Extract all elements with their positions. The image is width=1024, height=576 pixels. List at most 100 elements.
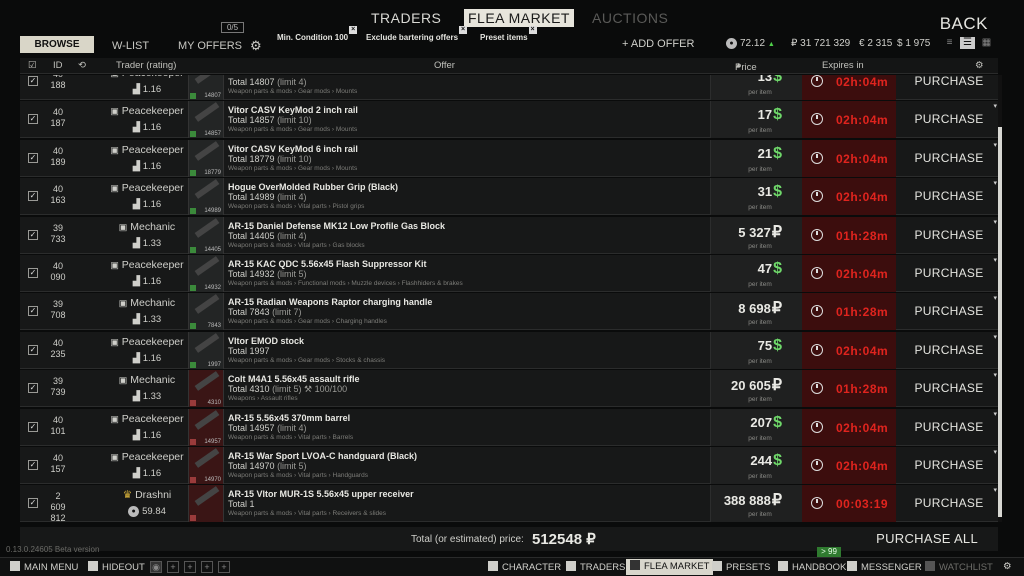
row-checkbox[interactable]: ✓ (28, 191, 38, 202)
purchase-all-button[interactable]: PURCHASE ALL (876, 531, 978, 546)
chevron-down-icon[interactable]: ▾ (993, 448, 997, 456)
settings-gear-icon[interactable]: ⚙ (1003, 561, 1012, 572)
item-thumbnail[interactable]: 14857 (188, 101, 224, 139)
row-checkbox[interactable]: ✓ (28, 152, 38, 163)
chevron-down-icon[interactable]: ▾ (993, 486, 997, 494)
row-checkbox[interactable]: ✓ (28, 268, 38, 278)
purchase-button[interactable]: PURCHASE (900, 293, 998, 330)
tab-flea-market[interactable]: FLEA MARKET (464, 9, 574, 27)
item-thumbnail[interactable]: 18779 (188, 139, 224, 177)
trader-cell[interactable]: ▣ Peacekeeper ▟ 1.16 (97, 336, 197, 364)
item-name[interactable]: Vitor CASV KeyMod 6 inch rail (228, 144, 358, 154)
row-checkbox[interactable]: ✓ (28, 306, 38, 317)
item-name[interactable]: Colt M4A1 5.56x45 assault rifle (228, 374, 360, 384)
item-thumbnail[interactable]: 14405 (188, 216, 224, 254)
purchase-button[interactable]: PURCHASE (900, 485, 998, 522)
item-thumbnail[interactable]: 1997 (188, 331, 224, 369)
chevron-down-icon[interactable]: ▾ (993, 333, 997, 341)
my-offers-tab[interactable]: MY OFFERS (178, 40, 242, 52)
add-slot-button[interactable]: + (184, 561, 196, 573)
item-name[interactable]: AR-15 Radian Weapons Raptor charging han… (228, 297, 432, 307)
purchase-button[interactable]: PURCHASE (900, 370, 998, 407)
presets-button[interactable]: PRESETS (712, 561, 770, 573)
chevron-down-icon[interactable]: ▾ (993, 256, 997, 264)
offer-row[interactable]: ✓ 39 733 ▣ Mechanic ▟ 1.33 14405 AR-15 Daniel… (20, 216, 998, 254)
offer-row[interactable]: ✓ 40 090 ▣ Peacekeeper ▟ 1.16 14932 AR-15 KAC… (20, 255, 998, 292)
trader-cell[interactable]: ▣ Peacekeeper ▟ 1.16 (97, 75, 197, 95)
row-checkbox[interactable]: ✓ (28, 460, 38, 470)
item-name[interactable]: AR-15 5.56x45 370mm barrel (228, 413, 350, 423)
row-checkbox[interactable]: ✓ (28, 114, 38, 125)
watchlist-button[interactable]: WATCHLIST (925, 561, 993, 573)
close-icon[interactable]: × (349, 26, 358, 34)
trader-cell[interactable]: ▣ Peacekeeper ▟ 1.16 (97, 451, 197, 479)
row-checkbox[interactable]: ✓ (28, 76, 38, 86)
main-menu-button[interactable]: MAIN MENU (10, 561, 78, 573)
chevron-down-icon[interactable]: ▾ (993, 141, 997, 149)
item-thumbnail[interactable]: 14989 (188, 178, 224, 216)
trader-cell[interactable]: ▣ Peacekeeper ▟ 1.16 (97, 144, 197, 172)
offer-row[interactable]: ✓ 39 708 ▣ Mechanic ▟ 1.33 7843 AR-15 Radian … (20, 293, 998, 331)
flea-market-button[interactable]: FLEA MARKET (626, 559, 714, 575)
offer-row[interactable]: ✓ 40 235 ▣ Peacekeeper ▟ 1.16 1997 Vltor EMOD… (20, 331, 998, 369)
row-checkbox[interactable]: ✓ (28, 383, 38, 394)
offer-row[interactable]: ✓ 2 609 812 ♛ Drashni ● 59.84 AR-15 Vltor MUR… (20, 485, 998, 522)
list-view-small-icon[interactable]: ≡ (942, 37, 957, 49)
row-checkbox[interactable]: ✓ (28, 344, 38, 355)
column-expires[interactable]: Expires in (822, 60, 864, 71)
scrollbar-thumb[interactable] (998, 127, 1002, 517)
item-thumbnail[interactable] (188, 485, 224, 522)
item-name[interactable]: Vitor CASV KeyMod 2 inch rail (228, 105, 358, 115)
offer-row[interactable]: ✓ 40 101 ▣ Peacekeeper ▟ 1.16 14957 AR-15 5.5… (20, 408, 998, 446)
back-button[interactable]: BACK (940, 14, 988, 34)
list-view-icon[interactable]: ☰ (960, 37, 975, 49)
close-icon[interactable]: × (528, 26, 537, 34)
purchase-button[interactable]: PURCHASE (900, 217, 998, 254)
refresh-icon[interactable]: ⟲ (78, 60, 86, 71)
scrollbar[interactable] (998, 75, 1002, 522)
purchase-button[interactable]: PURCHASE (900, 75, 998, 100)
row-checkbox[interactable]: ✓ (28, 498, 38, 509)
offer-row[interactable]: ✓ 40 188 ▣ Peacekeeper ▟ 1.16 14807 Total 148… (20, 75, 998, 100)
chevron-down-icon[interactable]: ▾ (993, 102, 997, 110)
hideout-button[interactable]: HIDEOUT (88, 561, 145, 573)
handbook-button[interactable]: HANDBOOK (778, 561, 846, 573)
item-name[interactable]: Vltor EMOD stock (228, 336, 304, 346)
offer-row[interactable]: ✓ 40 163 ▣ Peacekeeper ▟ 1.16 14989 Hogue Ove… (20, 178, 998, 216)
item-name[interactable]: AR-15 Daniel Defense MK12 Low Profile Ga… (228, 221, 445, 231)
trader-cell[interactable]: ▣ Mechanic ▟ 1.33 (97, 374, 197, 402)
select-all-checkbox[interactable]: ☑ (28, 60, 37, 71)
settings-small-icon[interactable]: ⚙ (975, 60, 984, 71)
column-offer[interactable]: Offer (434, 60, 455, 71)
chevron-down-icon[interactable]: ▾ (993, 371, 997, 379)
item-thumbnail[interactable]: 4310 (188, 370, 224, 408)
trader-cell[interactable]: ▣ Peacekeeper ▟ 1.16 (97, 259, 197, 287)
offer-row[interactable]: ✓ 40 189 ▣ Peacekeeper ▟ 1.16 18779 Vitor CAS… (20, 139, 998, 177)
item-name[interactable]: AR-15 KAC QDC 5.56x45 Flash Suppressor K… (228, 259, 427, 269)
close-icon[interactable]: × (459, 26, 468, 34)
offer-row[interactable]: ✓ 40 187 ▣ Peacekeeper ▟ 1.16 14857 Vitor CAS… (20, 101, 998, 139)
filter-min-condition[interactable]: Min. Condition 100 × (277, 26, 358, 42)
wishlist-tab[interactable]: W-LIST (112, 40, 149, 52)
character-button[interactable]: CHARACTER (488, 561, 561, 573)
grid-view-icon[interactable]: ▦ (979, 37, 994, 49)
chevron-down-icon[interactable]: ▾ (993, 179, 997, 187)
row-checkbox[interactable]: ✓ (28, 229, 38, 240)
purchase-button[interactable]: PURCHASE (900, 178, 998, 215)
row-checkbox[interactable]: ✓ (28, 421, 38, 432)
purchase-button[interactable]: PURCHASE (900, 101, 998, 138)
messenger-button[interactable]: MESSENGER (847, 561, 922, 573)
add-slot-button[interactable]: + (167, 561, 179, 573)
item-thumbnail[interactable]: 14932 (188, 255, 224, 292)
item-thumbnail[interactable]: 14807 (188, 75, 224, 100)
browse-tab[interactable]: BROWSE (20, 36, 94, 53)
gear-icon[interactable]: ⚙ (250, 38, 262, 54)
column-id[interactable]: ID (53, 60, 63, 71)
purchase-button[interactable]: PURCHASE (900, 255, 998, 292)
column-trader[interactable]: Trader (rating) (116, 60, 176, 71)
purchase-button[interactable]: PURCHASE (900, 140, 998, 177)
item-thumbnail[interactable]: 14957 (188, 408, 224, 446)
trader-cell[interactable]: ▣ Peacekeeper ▟ 1.16 (97, 413, 197, 441)
purchase-button[interactable]: PURCHASE (900, 409, 998, 446)
trader-cell[interactable]: ♛ Drashni ● 59.84 (97, 489, 197, 517)
